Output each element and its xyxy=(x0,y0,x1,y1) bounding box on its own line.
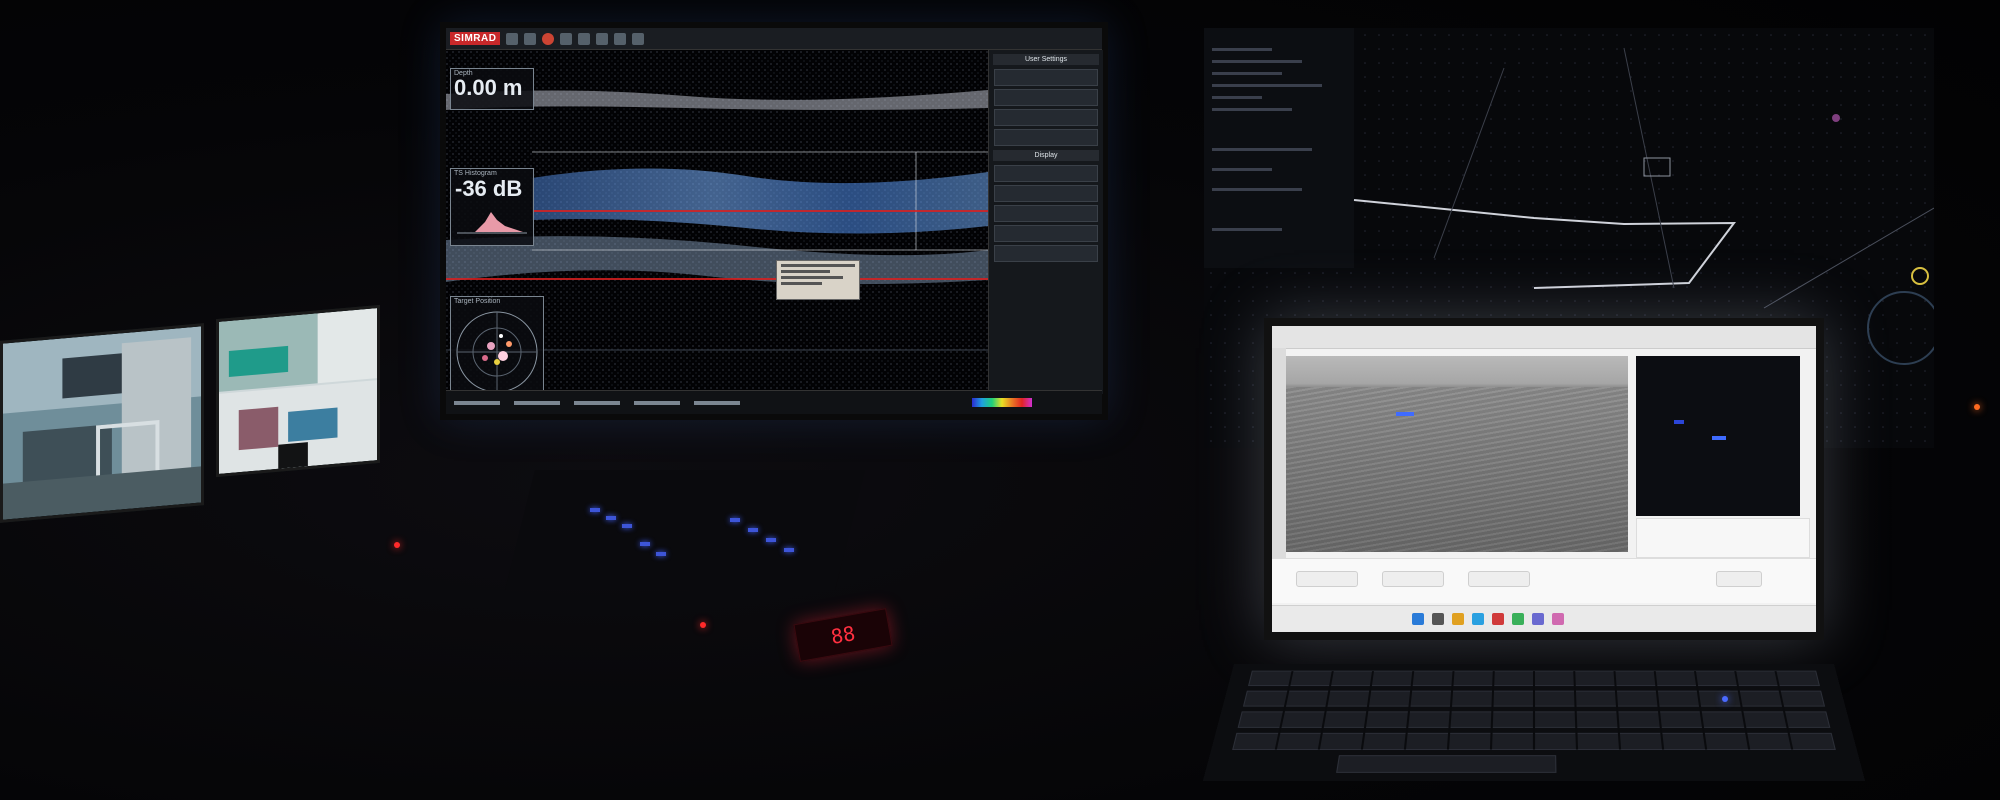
sea-camera-view[interactable] xyxy=(1286,356,1628,552)
target-position-panel: Target Position xyxy=(450,296,544,394)
console-key-5[interactable] xyxy=(656,552,666,556)
toolbar-range-icon[interactable] xyxy=(614,32,627,45)
ts-histogram-plot xyxy=(457,212,527,234)
folder-icon[interactable] xyxy=(1452,613,1464,625)
console-digital-display: 88 xyxy=(793,608,893,662)
laptop-info-panel xyxy=(1636,518,1810,558)
toolbar-menu-icon[interactable] xyxy=(506,32,519,45)
browser-icon[interactable] xyxy=(1472,613,1484,625)
status-item-4 xyxy=(634,400,680,405)
laptop-screen xyxy=(1264,318,1824,640)
brand-logo: SIMRAD xyxy=(450,32,501,45)
laptop-control-button-4[interactable] xyxy=(1716,571,1762,587)
color-scale-bar xyxy=(972,398,1032,407)
display-row-5[interactable] xyxy=(994,245,1098,262)
display-row-2[interactable] xyxy=(994,185,1098,202)
bottom-detection-line xyxy=(532,210,988,212)
display-row-3[interactable] xyxy=(994,205,1098,222)
echosounder-monitor: SIMRAD Depth 0.00 m TS Histogram -36 dB … xyxy=(440,22,1108,420)
laptop-control-button-3[interactable] xyxy=(1468,571,1530,587)
user-settings-title: User Settings xyxy=(993,54,1099,65)
toolbar-grid-icon[interactable] xyxy=(578,32,591,45)
camera-feed-image-1 xyxy=(3,326,201,520)
console-key-8[interactable] xyxy=(766,538,776,542)
status-item-1 xyxy=(454,400,500,405)
toolbar-settings-icon[interactable] xyxy=(524,32,537,45)
toolbar-help-icon[interactable] xyxy=(632,32,645,45)
detection-marker xyxy=(1396,412,1414,416)
toolbar-zoom-icon[interactable] xyxy=(596,32,609,45)
depth-readout: Depth 0.00 m xyxy=(450,68,534,110)
laptop-left-rail[interactable] xyxy=(1272,348,1286,558)
echo-tooltip xyxy=(776,260,860,300)
ts-histogram-panel: TS Histogram -36 dB xyxy=(450,168,534,246)
camera-feed-screen-2 xyxy=(216,304,380,478)
console-key-4[interactable] xyxy=(640,542,650,546)
laptop-control-button-2[interactable] xyxy=(1382,571,1444,587)
search-icon[interactable] xyxy=(1432,613,1444,625)
laptop-control-button-1[interactable] xyxy=(1296,571,1358,587)
keyboard-keys xyxy=(1203,664,1865,781)
status-led-red-1 xyxy=(394,542,400,548)
laptop-keyboard xyxy=(1202,664,1866,781)
camera-feed-image-2 xyxy=(219,308,377,474)
display-row-1[interactable] xyxy=(994,165,1098,182)
laptop-taskbar xyxy=(1272,605,1816,632)
settings-row-4[interactable] xyxy=(994,129,1098,146)
status-item-5 xyxy=(694,400,740,405)
camera-feed-screen-1 xyxy=(0,323,204,523)
console-key-1[interactable] xyxy=(590,508,600,512)
control-console xyxy=(505,470,865,590)
console-key-9[interactable] xyxy=(784,548,794,552)
app-icon-4[interactable] xyxy=(1552,613,1564,625)
echogram-view[interactable]: Depth 0.00 m TS Histogram -36 dB Target … xyxy=(446,50,988,394)
photo-scene: SIMRAD Depth 0.00 m TS Histogram -36 dB … xyxy=(0,0,2000,800)
display-title: Display xyxy=(993,150,1099,161)
thermal-target-marker-1 xyxy=(1674,420,1684,424)
laptop-app-toolbar xyxy=(1272,326,1816,349)
target-position-plot xyxy=(456,311,538,393)
settings-row-1[interactable] xyxy=(994,69,1098,86)
toolbar-camera-icon[interactable] xyxy=(560,32,573,45)
toolbar-record-icon[interactable] xyxy=(542,32,555,45)
echosounder-settings-panel: User Settings Display xyxy=(988,50,1103,394)
console-key-7[interactable] xyxy=(748,528,758,532)
status-item-3 xyxy=(574,400,620,405)
target-position-label: Target Position xyxy=(454,298,501,305)
app-icon-2[interactable] xyxy=(1512,613,1524,625)
settings-row-3[interactable] xyxy=(994,109,1098,126)
depth-value: 0.00 m xyxy=(454,75,523,100)
console-key-2[interactable] xyxy=(606,516,616,520)
thermal-target-marker-2 xyxy=(1712,436,1726,440)
status-led-orange xyxy=(1974,404,1980,410)
status-item-2 xyxy=(514,400,560,405)
thermal-camera-view[interactable] xyxy=(1636,356,1800,516)
app-icon-3[interactable] xyxy=(1532,613,1544,625)
ts-value: -36 dB xyxy=(455,176,523,201)
echosounder-toolbar: SIMRAD xyxy=(446,28,1102,50)
settings-row-2[interactable] xyxy=(994,89,1098,106)
status-led-red-2 xyxy=(700,622,706,628)
range-line xyxy=(446,278,988,280)
keyboard-led-blue xyxy=(1722,696,1728,702)
laptop-bottom-controls xyxy=(1272,558,1816,603)
start-icon[interactable] xyxy=(1412,613,1424,625)
app-icon-1[interactable] xyxy=(1492,613,1504,625)
console-key-6[interactable] xyxy=(730,518,740,522)
display-row-4[interactable] xyxy=(994,225,1098,242)
echosounder-status-bar xyxy=(446,390,1102,414)
console-key-3[interactable] xyxy=(622,524,632,528)
